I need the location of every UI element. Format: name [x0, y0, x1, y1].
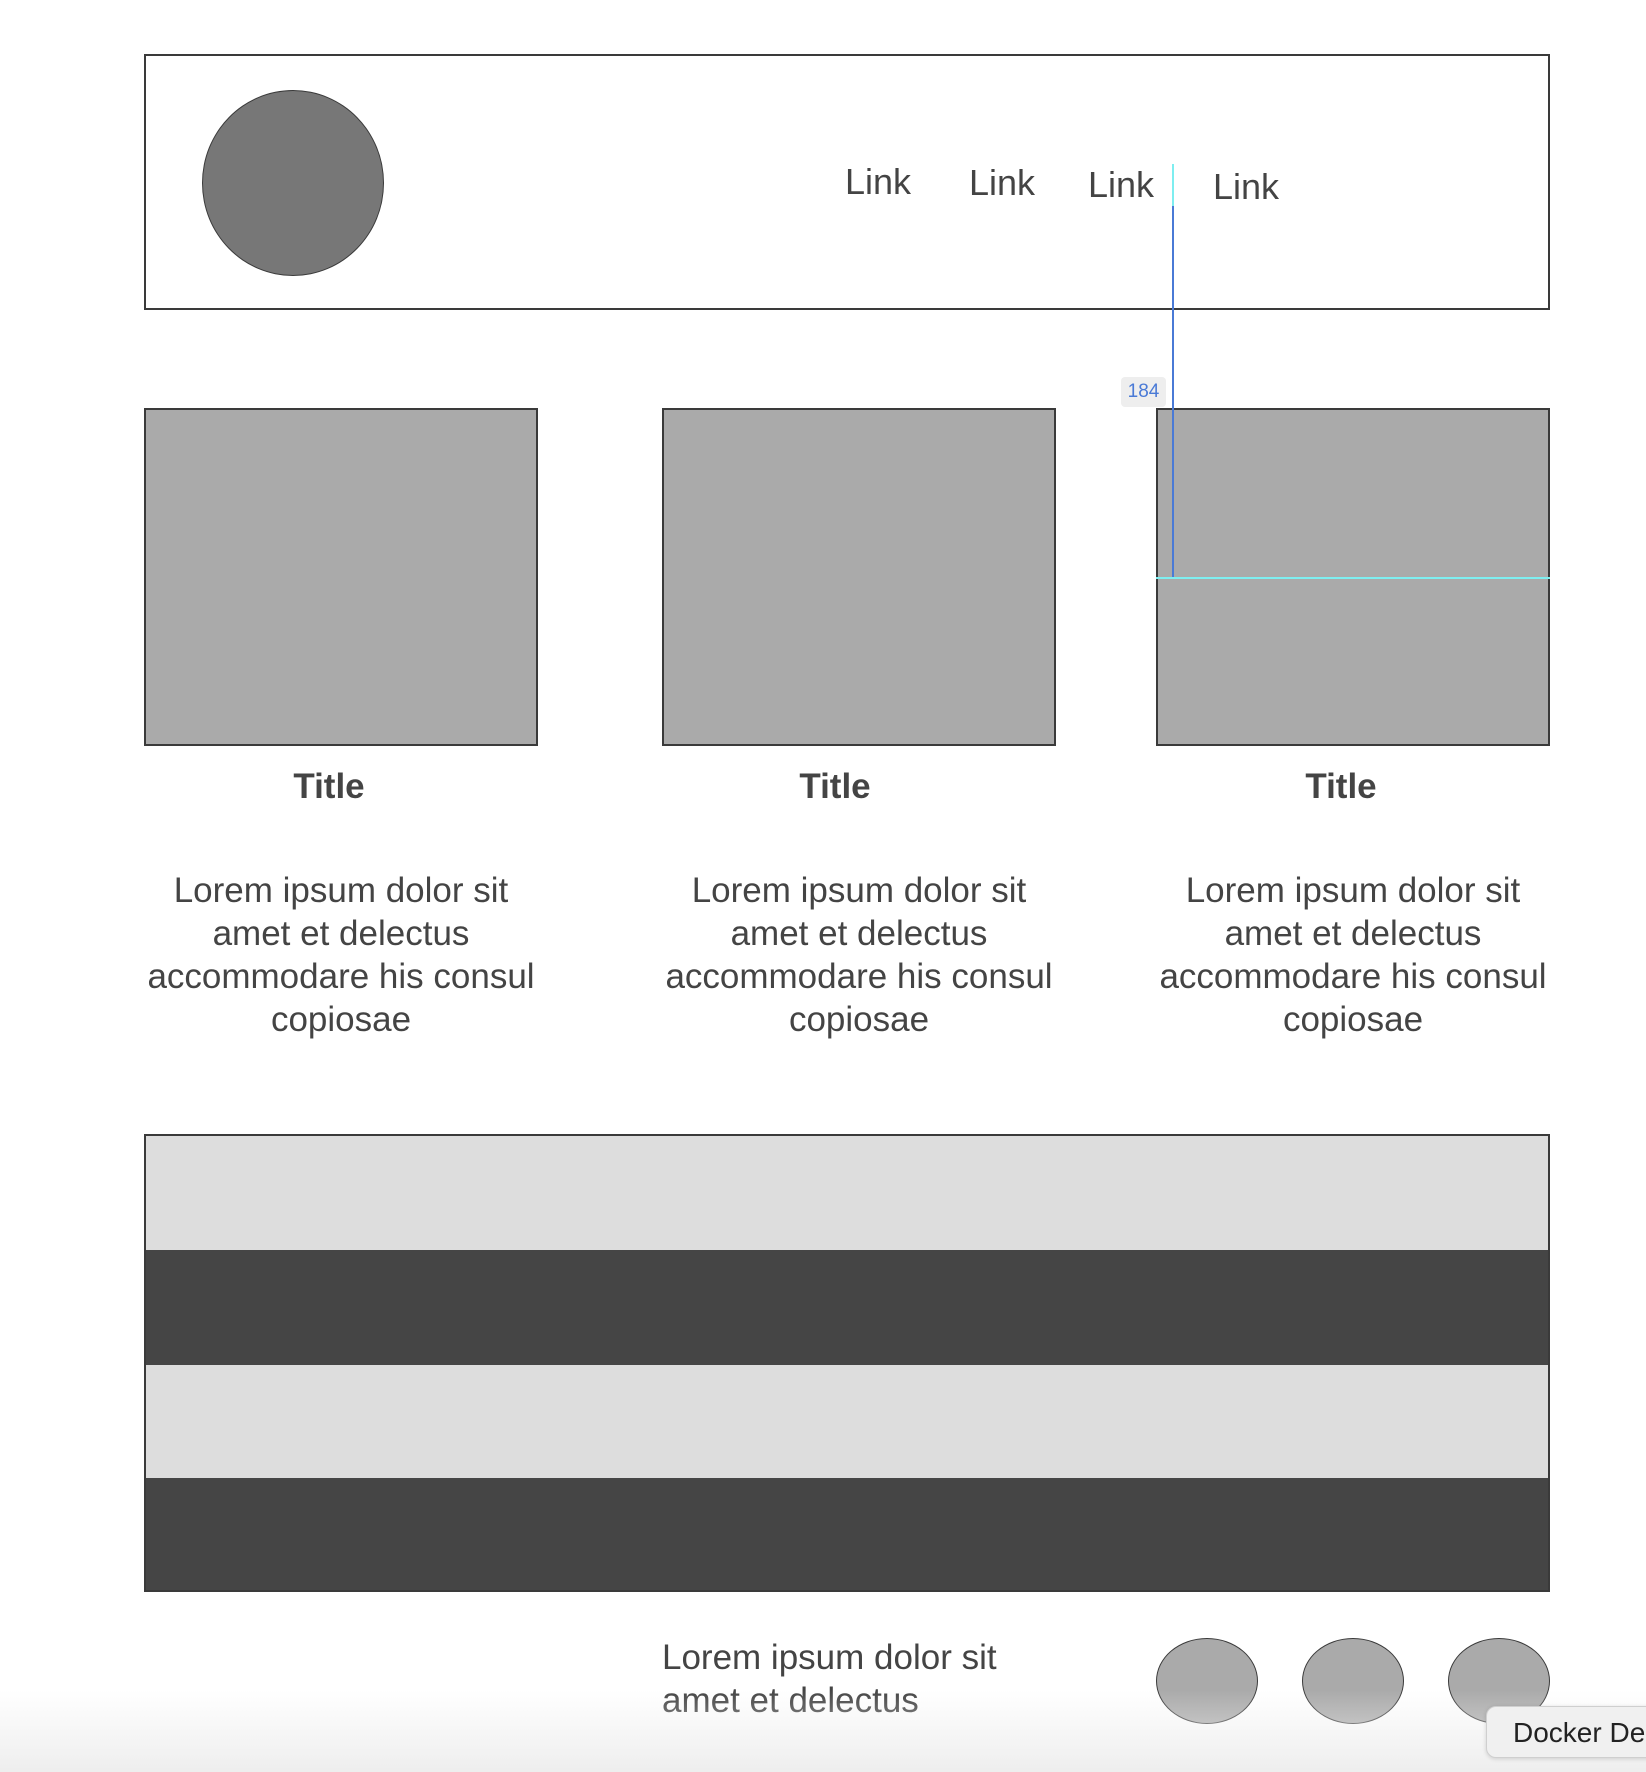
card-title-2: Title — [799, 767, 871, 806]
card-body-1: Lorem ipsum dolor sit amet et delectus a… — [147, 871, 535, 1039]
nav-link-2[interactable]: Link — [969, 165, 1035, 201]
nav-link-1[interactable]: Link — [845, 164, 911, 200]
stripe-2 — [146, 1250, 1548, 1365]
measure-guide-line — [1172, 206, 1174, 578]
stripe-3 — [146, 1365, 1548, 1478]
measure-badge: 184 — [1121, 377, 1166, 407]
dock-tooltip: Docker De — [1486, 1706, 1646, 1758]
card-title-1: Title — [293, 767, 365, 806]
card-image-1 — [144, 408, 538, 746]
striped-block — [144, 1134, 1550, 1592]
stripe-4 — [146, 1478, 1548, 1590]
logo-placeholder[interactable] — [202, 90, 384, 276]
card-image-2 — [662, 408, 1056, 746]
nav-link-4[interactable]: Link — [1213, 169, 1279, 205]
card-body-2: Lorem ipsum dolor sit amet et delectus a… — [665, 871, 1053, 1039]
stripe-1 — [146, 1136, 1548, 1250]
nav-link-3[interactable]: Link — [1088, 167, 1154, 203]
card-title-3: Title — [1305, 767, 1377, 806]
measure-guide-horizontal — [1156, 577, 1550, 579]
dock-area — [0, 1690, 1646, 1772]
measure-guide-top — [1172, 164, 1174, 206]
card-body-3: Lorem ipsum dolor sit amet et delectus a… — [1159, 871, 1547, 1039]
